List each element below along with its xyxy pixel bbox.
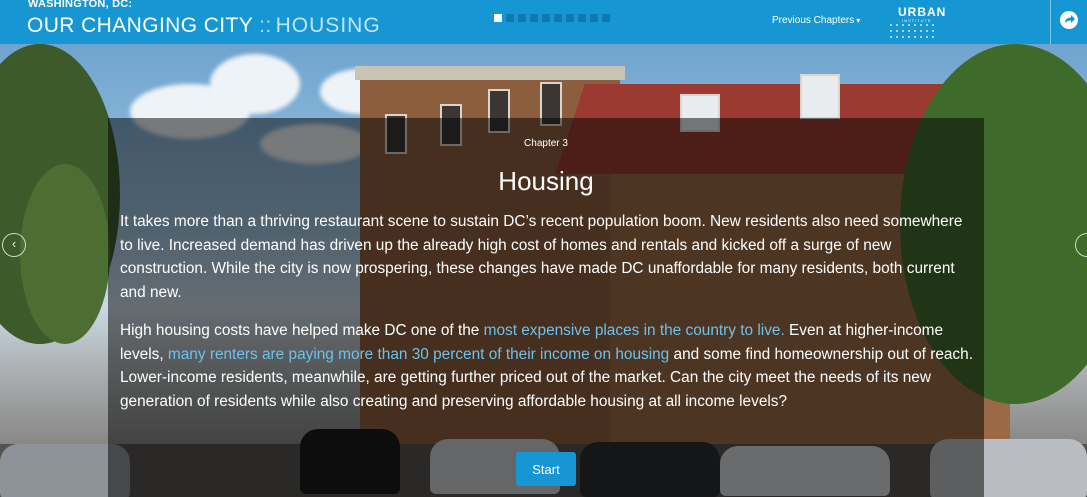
pagination-dot[interactable] xyxy=(602,14,610,22)
pagination-dot[interactable] xyxy=(590,14,598,22)
site-title-main: OUR CHANGING CITY xyxy=(27,14,254,37)
building-cornice xyxy=(355,66,625,80)
pagination-dot[interactable] xyxy=(566,14,574,22)
previous-slide-button[interactable]: ‹ xyxy=(2,233,26,257)
cloud xyxy=(210,54,300,114)
chapter-pagination xyxy=(494,14,610,22)
urban-institute-logo[interactable]: URBAN INSTITUTE xyxy=(888,5,960,38)
pagination-dot[interactable] xyxy=(530,14,538,22)
share-arrow-icon xyxy=(1059,10,1079,35)
header-bar: WASHINGTON, DC: OUR CHANGING CITY:: HOUSI… xyxy=(0,0,1087,44)
site-title-section: HOUSING xyxy=(275,14,381,37)
site-supertitle: WASHINGTON, DC: xyxy=(28,0,133,10)
intro-paragraph-1: It takes more than a thriving restaurant… xyxy=(120,213,963,301)
logo-subtext: INSTITUTE xyxy=(902,18,932,23)
previous-chapters-dropdown[interactable]: Previous Chapters ▾ xyxy=(772,15,860,26)
expensive-places-link[interactable]: most expensive places in the country to … xyxy=(484,322,785,339)
title-separator: :: xyxy=(259,14,272,37)
pagination-dot[interactable] xyxy=(518,14,526,22)
renters-income-link[interactable]: many renters are paying more than 30 per… xyxy=(168,346,669,363)
intro-paragraph-2: High housing costs have helped make DC o… xyxy=(120,319,976,413)
pagination-dot[interactable] xyxy=(494,14,502,22)
tree xyxy=(20,164,110,344)
logo-dot-grid xyxy=(888,22,936,38)
window xyxy=(800,74,840,119)
chevron-left-icon: ‹ xyxy=(11,236,17,251)
start-button[interactable]: Start xyxy=(516,452,576,486)
pagination-dot[interactable] xyxy=(578,14,586,22)
previous-chapters-label: Previous Chapters xyxy=(772,15,855,26)
pagination-dot[interactable] xyxy=(506,14,514,22)
pagination-dot[interactable] xyxy=(554,14,562,22)
chapter-number: Chapter 3 xyxy=(524,138,568,149)
site-title[interactable]: OUR CHANGING CITY:: HOUSING xyxy=(27,13,381,39)
chapter-intro-card: Chapter 3 Housing It takes more than a t… xyxy=(108,118,984,497)
chapter-title: Housing xyxy=(498,166,594,196)
pagination-dot[interactable] xyxy=(542,14,550,22)
logo-wordmark: URBAN xyxy=(898,5,947,19)
share-button[interactable] xyxy=(1050,0,1087,44)
caret-down-icon: ▾ xyxy=(856,16,861,25)
paragraph-text: High housing costs have helped make DC o… xyxy=(120,322,484,339)
